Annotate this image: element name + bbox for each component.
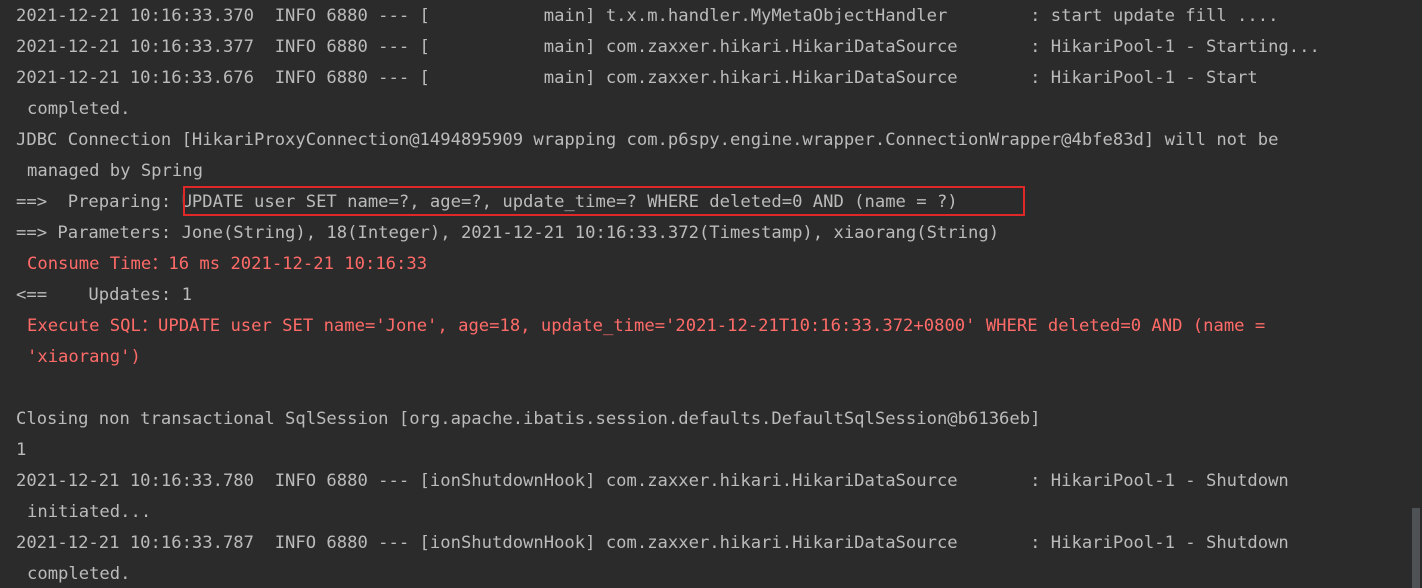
- vertical-scrollbar-thumb[interactable]: [1412, 508, 1420, 588]
- log-line: 2021-12-21 10:16:33.370 INFO 6880 --- [ …: [16, 6, 1279, 26]
- log-line: 2021-12-21 10:16:33.377 INFO 6880 --- [ …: [16, 37, 1320, 57]
- log-line: 2021-12-21 10:16:33.780 INFO 6880 --- [i…: [16, 471, 1289, 491]
- log-line[interactable]: JDBC Connection [HikariProxyConnection@1…: [16, 125, 1278, 156]
- log-line-execute-sql: Execute SQL：UPDATE user SET name='Jone',…: [27, 316, 1266, 336]
- log-line-updates: <== Updates: 1: [16, 285, 192, 305]
- log-line[interactable]: Closing non transactional SqlSession [or…: [16, 404, 1040, 435]
- log-line-continuation: managed by Spring: [27, 161, 203, 181]
- log-line-parameters: ==> Parameters: Jone(String), 18(Integer…: [16, 223, 1000, 243]
- log-line-result: 1: [16, 440, 27, 460]
- sql-highlight-box: [183, 186, 1025, 216]
- log-line-continuation: 'xiaorang'): [27, 347, 141, 367]
- log-line-continuation: completed.: [27, 564, 131, 584]
- log-line-continuation: initiated...: [27, 502, 152, 522]
- log-line: 2021-12-21 10:16:33.787 INFO 6880 --- [i…: [16, 533, 1289, 553]
- log-line-continuation: completed.: [27, 99, 131, 119]
- log-line-consume-time: Consume Time：16 ms 2021-12-21 10:16:33: [27, 254, 428, 274]
- log-line: 2021-12-21 10:16:33.676 INFO 6880 --- [ …: [16, 68, 1258, 88]
- console-output[interactable]: 2021-12-21 10:16:33.370 INFO 6880 --- [ …: [0, 0, 1422, 588]
